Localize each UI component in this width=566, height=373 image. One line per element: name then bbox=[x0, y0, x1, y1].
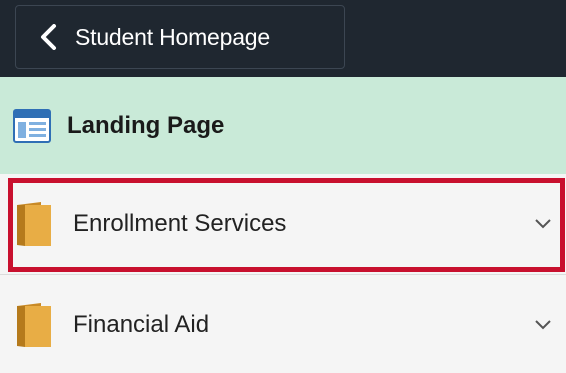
landing-page-label: Landing Page bbox=[67, 111, 225, 139]
nav-item-label: Financial Aid bbox=[73, 310, 210, 338]
nav-item-financial-aid[interactable]: Financial Aid bbox=[0, 276, 566, 373]
back-to-student-homepage-button[interactable]: Student Homepage bbox=[15, 5, 345, 69]
top-header-bar: Student Homepage bbox=[0, 0, 566, 77]
folder-icon bbox=[17, 302, 51, 347]
chevron-down-icon[interactable] bbox=[534, 218, 552, 230]
chevron-left-icon bbox=[41, 24, 56, 50]
folder-icon bbox=[17, 202, 51, 246]
nav-item-enrollment-services[interactable]: Enrollment Services bbox=[0, 174, 566, 275]
chevron-down-icon[interactable] bbox=[534, 319, 552, 331]
nav-item-label: Enrollment Services bbox=[73, 210, 287, 237]
landing-page-icon bbox=[13, 108, 51, 143]
back-button-label: Student Homepage bbox=[75, 23, 270, 50]
landing-page-link[interactable]: Landing Page bbox=[0, 77, 566, 174]
